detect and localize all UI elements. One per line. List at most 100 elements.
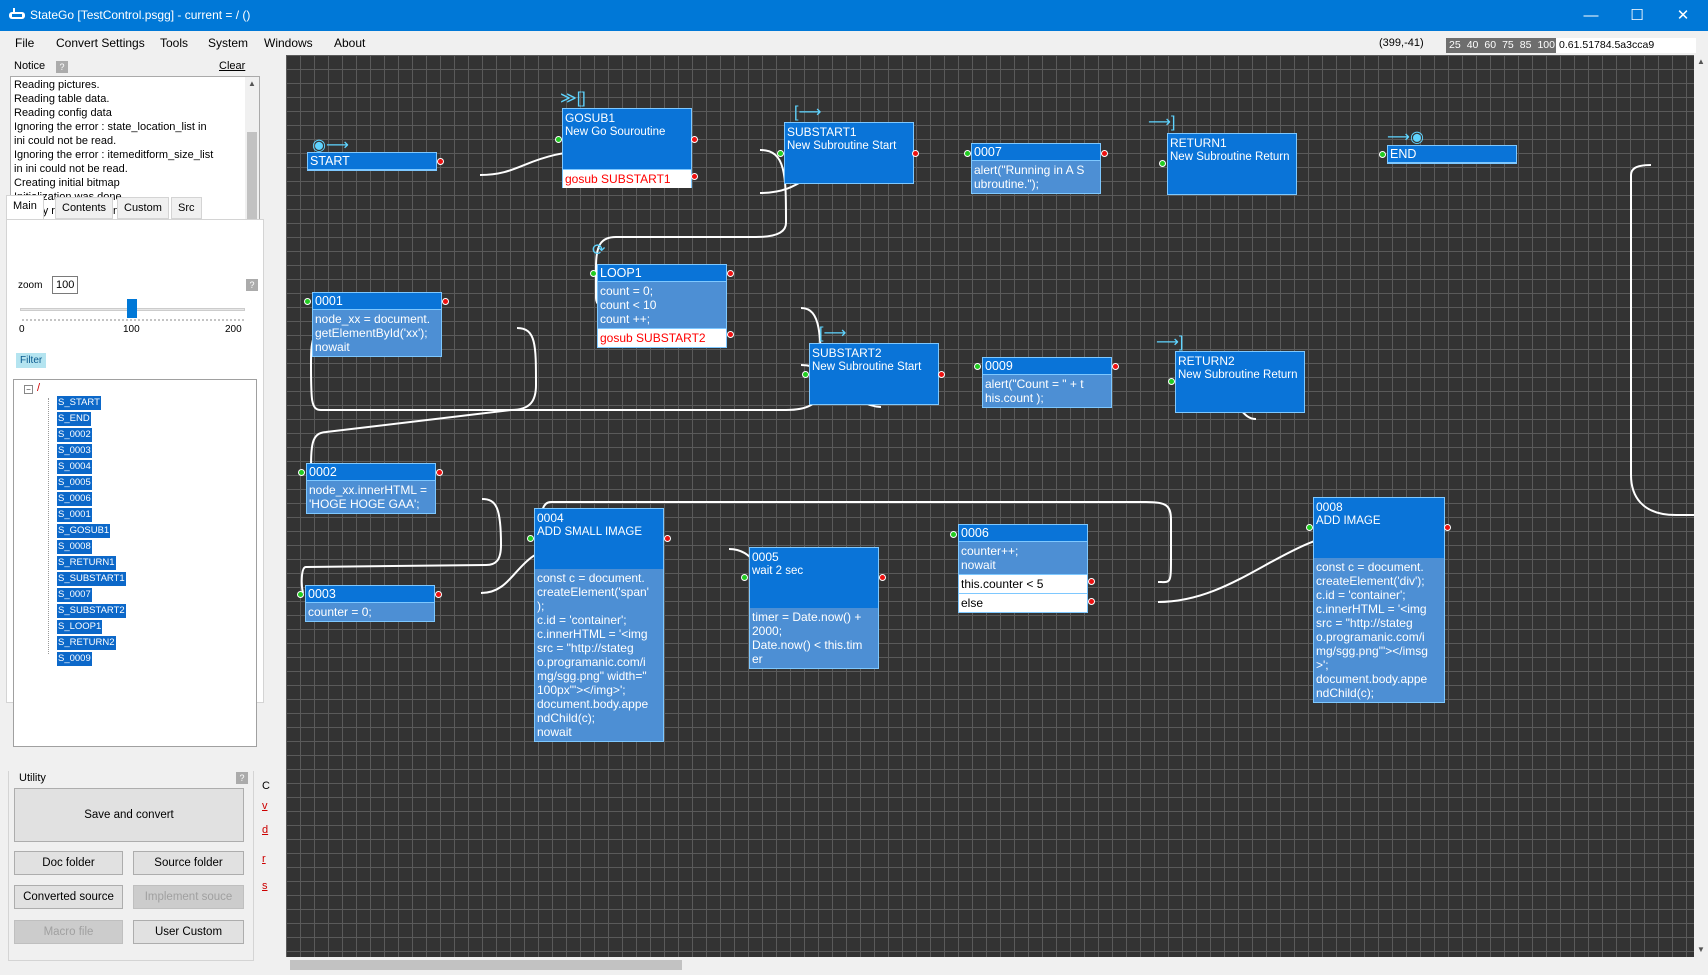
input-port[interactable] <box>304 298 311 305</box>
zoom-level-40[interactable]: 40 <box>1467 39 1479 51</box>
output-port[interactable] <box>912 150 919 157</box>
input-port[interactable] <box>1379 151 1386 158</box>
tree-item[interactable]: S_0006 <box>57 492 92 506</box>
converted-source-button[interactable]: Converted source <box>14 885 123 909</box>
input-port[interactable] <box>741 574 748 581</box>
tree-item[interactable]: S_LOOP1 <box>57 620 103 634</box>
source-folder-button[interactable]: Source folder <box>133 851 244 875</box>
tree-root[interactable]: / <box>37 382 40 394</box>
output-port[interactable] <box>691 173 698 180</box>
input-port[interactable] <box>802 371 809 378</box>
state-node-loop1[interactable]: LOOP1 count = 0; count < 10 count ++; go… <box>597 264 727 348</box>
minimize-button[interactable]: — <box>1568 0 1614 31</box>
zoom-level-85[interactable]: 85 <box>1520 39 1532 51</box>
tree-item[interactable]: S_0007 <box>57 588 92 602</box>
tree-item[interactable]: S_END <box>57 412 91 426</box>
input-port[interactable] <box>298 469 305 476</box>
input-port[interactable] <box>1159 160 1166 167</box>
state-diagram-canvas[interactable]: ◉⟶ START ≫[] GOSUB1 New Go Souroutine go… <box>286 55 1694 957</box>
menu-about[interactable]: About <box>334 36 365 50</box>
menu-system[interactable]: System <box>208 36 248 50</box>
input-port[interactable] <box>1306 524 1313 531</box>
side-link[interactable]: r <box>262 853 266 865</box>
output-port[interactable] <box>1088 598 1095 605</box>
tree-item[interactable]: S_SUBSTART1 <box>57 572 126 586</box>
save-and-convert-button[interactable]: Save and convert <box>14 788 244 842</box>
state-node-return2[interactable]: RETURN2 New Subroutine Return <box>1175 351 1305 413</box>
maximize-button[interactable]: ☐ <box>1614 0 1660 31</box>
tree-item[interactable]: S_RETURN2 <box>57 636 116 650</box>
tree-item[interactable]: S_0004 <box>57 460 92 474</box>
state-node-substart2[interactable]: SUBSTART2 New Subroutine Start <box>809 343 939 405</box>
scroll-up-icon[interactable]: ▲ <box>245 77 259 91</box>
filter-button[interactable]: Filter <box>16 353 47 368</box>
input-port[interactable] <box>974 363 981 370</box>
menu-file[interactable]: File <box>15 36 34 50</box>
input-port[interactable] <box>590 270 597 277</box>
canvas-horizontal-scrollbar[interactable] <box>286 957 1694 973</box>
canvas-vertical-scrollbar[interactable]: ▲ ▼ <box>1694 55 1708 957</box>
tree-item[interactable]: S_GOSUB1 <box>57 524 111 538</box>
input-port[interactable] <box>950 531 957 538</box>
output-port[interactable] <box>436 469 443 476</box>
input-port[interactable] <box>297 591 304 598</box>
output-port[interactable] <box>1088 578 1095 585</box>
tab-main[interactable]: Main <box>6 195 44 220</box>
tree-item[interactable]: S_0008 <box>57 540 92 554</box>
tab-src[interactable]: Src <box>171 197 202 219</box>
tab-custom[interactable]: Custom <box>117 197 169 219</box>
output-port[interactable] <box>727 331 734 338</box>
state-node-0005[interactable]: 0005 wait 2 sec timer = Date.now() + 200… <box>749 547 879 669</box>
tree-item[interactable]: S_0003 <box>57 444 92 458</box>
clear-button[interactable]: Clear <box>219 60 245 72</box>
tree-item[interactable]: S_START <box>57 396 101 410</box>
notice-help-icon[interactable]: ? <box>56 61 68 73</box>
menu-tools[interactable]: Tools <box>160 36 188 50</box>
tree-item[interactable]: S_SUBSTART2 <box>57 604 126 618</box>
output-port[interactable] <box>435 591 442 598</box>
scroll-down-icon[interactable]: ▼ <box>1694 943 1708 957</box>
zoom-help-icon[interactable]: ? <box>246 279 258 291</box>
tab-contents[interactable]: Contents <box>55 197 114 219</box>
output-port[interactable] <box>442 298 449 305</box>
input-port[interactable] <box>1168 378 1175 385</box>
scroll-thumb[interactable] <box>247 132 257 222</box>
output-port[interactable] <box>879 574 886 581</box>
output-port[interactable] <box>1444 524 1451 531</box>
input-port[interactable] <box>964 150 971 157</box>
side-link[interactable]: v <box>262 800 268 812</box>
output-port[interactable] <box>1112 363 1119 370</box>
state-node-end[interactable]: END <box>1387 145 1517 164</box>
output-port[interactable] <box>437 158 444 165</box>
state-node-return1[interactable]: RETURN1 New Subroutine Return <box>1167 133 1297 195</box>
state-node-0004[interactable]: 0004 ADD SMALL IMAGE const c = document.… <box>534 508 664 742</box>
output-port[interactable] <box>664 535 671 542</box>
zoom-slider-thumb[interactable] <box>127 299 137 318</box>
zoom-level-100[interactable]: 100 <box>1537 39 1555 51</box>
user-custom-button[interactable]: User Custom <box>133 920 244 944</box>
output-port[interactable] <box>691 136 698 143</box>
state-node-substart1[interactable]: SUBSTART1 New Subroutine Start <box>784 122 914 184</box>
state-node-0003[interactable]: 0003 counter = 0; <box>305 585 435 622</box>
zoom-level-25[interactable]: 25 <box>1449 39 1461 51</box>
scroll-up-icon[interactable]: ▲ <box>1694 55 1708 69</box>
macro-file-button[interactable]: Macro file <box>14 920 123 944</box>
zoom-level-60[interactable]: 60 <box>1484 39 1496 51</box>
tree-item[interactable]: S_0002 <box>57 428 92 442</box>
tree-item[interactable]: S_0009 <box>57 652 92 666</box>
menu-convert-settings[interactable]: Convert Settings <box>56 36 145 50</box>
zoom-input[interactable]: 100 <box>52 276 78 294</box>
side-link[interactable]: d <box>262 824 268 836</box>
tree-item[interactable]: S_RETURN1 <box>57 556 116 570</box>
tree-item[interactable]: S_0005 <box>57 476 92 490</box>
scroll-thumb[interactable] <box>290 960 682 970</box>
state-node-start[interactable]: START <box>307 152 437 171</box>
output-port[interactable] <box>1101 150 1108 157</box>
notice-scrollbar[interactable]: ▲ ▼ <box>245 77 259 238</box>
input-port[interactable] <box>527 535 534 542</box>
output-port[interactable] <box>727 270 734 277</box>
close-button[interactable]: ✕ <box>1660 0 1706 31</box>
state-node-0006[interactable]: 0006 counter++; nowait this.counter < 5 … <box>958 524 1088 613</box>
tree-collapse-icon[interactable]: − <box>24 385 33 394</box>
zoom-level-75[interactable]: 75 <box>1502 39 1514 51</box>
